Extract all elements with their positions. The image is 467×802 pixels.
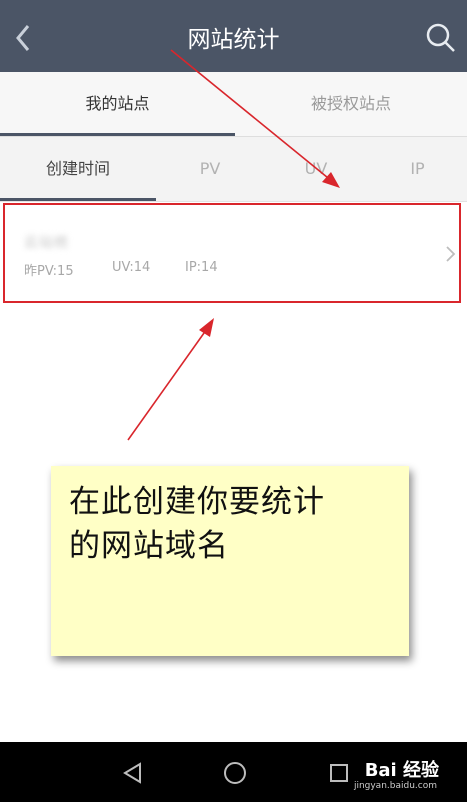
app-header: 网站统计 (0, 0, 467, 72)
watermark-url: jingyan.baidu.com (353, 781, 437, 791)
page-title: 网站统计 (187, 27, 280, 53)
sort-tab-uv[interactable]: UV (264, 137, 368, 201)
nav-recents-button[interactable] (322, 756, 356, 790)
nav-home-button[interactable] (218, 756, 252, 790)
annotation-note: 在此创建你要统计 的网站域名 (51, 466, 409, 656)
nav-back-button[interactable] (116, 756, 150, 790)
tab-authorized-sites[interactable]: 被授权站点 (235, 72, 467, 136)
sort-tab-created-time[interactable]: 创建时间 (0, 137, 156, 201)
circle-home-icon (224, 762, 246, 784)
sort-tab-ip[interactable]: IP (368, 137, 467, 201)
annotation-note-line-2: 的网站域名 (69, 528, 229, 564)
sort-tab-pv[interactable]: PV (156, 137, 264, 201)
search-button[interactable] (421, 18, 461, 58)
search-icon (426, 23, 455, 52)
tab-my-sites[interactable]: 我的站点 (0, 72, 235, 136)
annotation-note-line-1: 在此创建你要统计 (69, 484, 325, 520)
square-recents-icon (330, 764, 348, 782)
site-type-tabs: 我的站点 被授权站点 (0, 72, 467, 137)
annotation-arrow-to-site (127, 318, 214, 441)
active-tab-indicator (0, 133, 235, 136)
triangle-back-icon (123, 762, 141, 784)
active-sort-indicator (0, 198, 156, 201)
sort-tabs: 创建时间 PV UV IP (0, 137, 467, 202)
watermark-logo: Bai 经验 (364, 760, 439, 781)
annotation-highlight-box (3, 203, 461, 303)
